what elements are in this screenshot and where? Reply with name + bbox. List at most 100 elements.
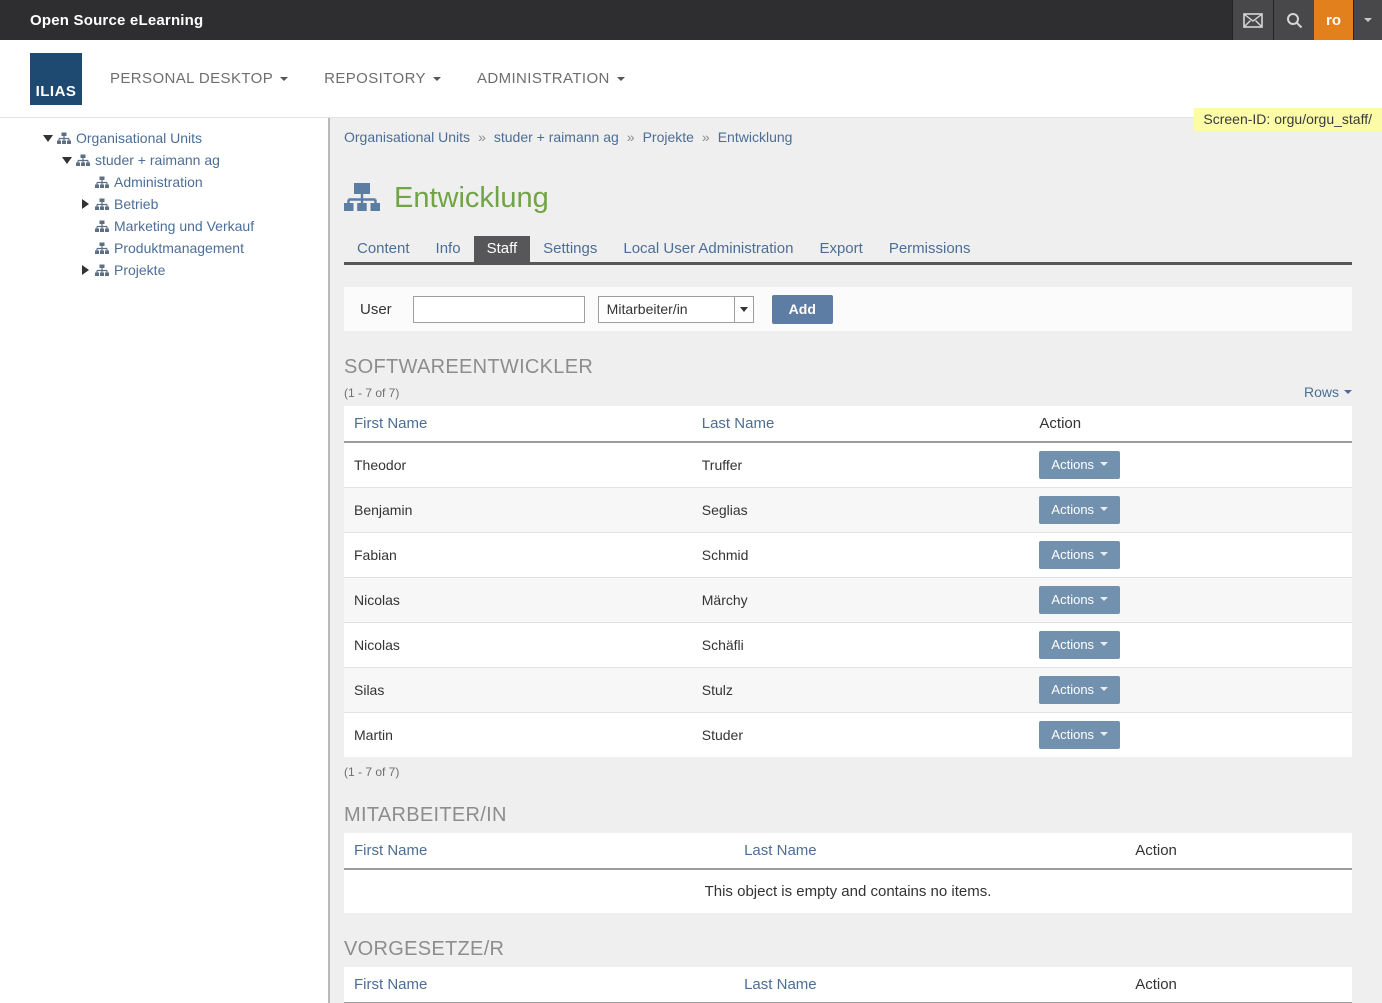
breadcrumb-link[interactable]: Projekte — [643, 129, 694, 145]
tab-permissions[interactable]: Permissions — [876, 236, 984, 262]
column-header-last-name[interactable]: Last Name — [734, 833, 1125, 869]
actions-button[interactable]: Actions — [1039, 676, 1120, 704]
cell-last-name: Studer — [692, 712, 1030, 757]
sidebar-item-projekte[interactable]: Projekte — [0, 259, 328, 281]
actions-button[interactable]: Actions — [1039, 496, 1120, 524]
chevron-down-icon — [1364, 18, 1372, 22]
org-unit-icon-wrap — [95, 264, 114, 277]
breadcrumb-separator: » — [702, 129, 710, 145]
cell-last-name: Truffer — [692, 442, 1030, 487]
breadcrumb-link[interactable]: studer + raimann ag — [494, 129, 619, 145]
breadcrumb-separator: » — [627, 129, 635, 145]
page-title: Entwicklung — [394, 182, 549, 215]
tree-expander[interactable] — [76, 199, 95, 209]
tab-info[interactable]: Info — [423, 236, 474, 262]
breadcrumb-link[interactable]: Organisational Units — [344, 129, 470, 145]
menu-label: ADMINISTRATION — [477, 70, 610, 87]
sidebar-item-marketing-und-verkauf[interactable]: Marketing und Verkauf — [0, 215, 328, 237]
menu-item-personal-desktop[interactable]: PERSONAL DESKTOP — [110, 70, 288, 87]
actions-label: Actions — [1051, 727, 1094, 742]
actions-button[interactable]: Actions — [1039, 721, 1120, 749]
search-icon — [1286, 12, 1303, 29]
tree-item-label: studer + raimann ag — [95, 152, 220, 168]
user-avatar[interactable]: ro — [1314, 0, 1353, 40]
tree-expander[interactable] — [76, 265, 95, 275]
tree-item-label: Produktmanagement — [114, 240, 244, 256]
chevron-down-icon — [1100, 642, 1108, 646]
main-menu: PERSONAL DESKTOP REPOSITORY ADMINISTRATION — [110, 70, 625, 87]
search-button[interactable] — [1273, 0, 1314, 40]
select-arrow[interactable] — [734, 297, 753, 322]
add-button[interactable]: Add — [772, 295, 833, 324]
result-range-bottom: (1 - 7 of 7) — [344, 765, 1352, 779]
tab-content[interactable]: Content — [344, 236, 423, 262]
column-header-last-name[interactable]: Last Name — [734, 967, 1125, 1003]
breadcrumb-link[interactable]: Entwicklung — [718, 129, 793, 145]
column-header-first-name[interactable]: First Name — [344, 406, 692, 442]
actions-button[interactable]: Actions — [1039, 541, 1120, 569]
actions-button[interactable]: Actions — [1039, 631, 1120, 659]
tab-export[interactable]: Export — [806, 236, 875, 262]
mail-icon — [1243, 13, 1263, 28]
org-unit-icon — [95, 242, 109, 255]
cell-first-name: Benjamin — [344, 487, 692, 532]
app-title: Open Source eLearning — [0, 12, 203, 29]
column-header-first-name[interactable]: First Name — [344, 833, 734, 869]
actions-label: Actions — [1051, 637, 1094, 652]
menu-item-administration[interactable]: ADMINISTRATION — [477, 70, 625, 87]
table-row: FabianSchmidActions — [344, 532, 1352, 577]
chevron-down-icon — [433, 77, 441, 81]
result-range: (1 - 7 of 7) — [344, 386, 399, 400]
tree-item-label: Marketing und Verkauf — [114, 218, 254, 234]
cell-action: Actions — [1029, 622, 1352, 667]
org-unit-icon-wrap — [95, 242, 114, 255]
role-select[interactable]: Mitarbeiter/in — [598, 296, 754, 323]
tab-staff[interactable]: Staff — [474, 236, 531, 262]
sidebar-item-betrieb[interactable]: Betrieb — [0, 193, 328, 215]
cell-action: Actions — [1029, 577, 1352, 622]
cell-first-name: Theodor — [344, 442, 692, 487]
triangle-right-icon — [82, 199, 89, 209]
tree-expander[interactable] — [57, 157, 76, 164]
user-menu-button[interactable] — [1353, 0, 1382, 40]
tree-expander[interactable] — [38, 135, 57, 142]
tree-item-label: Administration — [114, 174, 203, 190]
actions-button[interactable]: Actions — [1039, 451, 1120, 479]
main-header: ILIAS PERSONAL DESKTOP REPOSITORY ADMINIST… — [0, 40, 1382, 118]
cell-first-name: Silas — [344, 667, 692, 712]
column-header-last-name[interactable]: Last Name — [692, 406, 1030, 442]
page-title-block: Entwicklung — [344, 182, 1352, 215]
org-unit-title-icon — [344, 183, 380, 214]
chevron-down-icon — [1100, 687, 1108, 691]
menu-item-repository[interactable]: REPOSITORY — [324, 70, 441, 87]
tab-local-user-administration[interactable]: Local User Administration — [610, 236, 806, 262]
main-area: Organisational Units studer + raimann ag… — [0, 118, 1382, 1003]
menu-label: PERSONAL DESKTOP — [110, 70, 273, 87]
rows-dropdown[interactable]: Rows — [1304, 384, 1352, 400]
sidebar-item-administration[interactable]: Administration — [0, 171, 328, 193]
cell-last-name: Schmid — [692, 532, 1030, 577]
sidebar-item-organisational-units[interactable]: Organisational Units — [0, 127, 328, 149]
tab-settings[interactable]: Settings — [530, 236, 610, 262]
org-unit-icon — [76, 154, 90, 167]
tree-item-label: Betrieb — [114, 196, 158, 212]
ilias-logo[interactable]: ILIAS — [30, 53, 82, 105]
column-header-action: Action — [1125, 833, 1352, 869]
mail-button[interactable] — [1232, 0, 1273, 40]
sidebar-item-produktmanagement[interactable]: Produktmanagement — [0, 237, 328, 259]
actions-button[interactable]: Actions — [1039, 586, 1120, 614]
org-unit-icon-wrap — [95, 198, 114, 211]
actions-label: Actions — [1051, 457, 1094, 472]
column-header-first-name[interactable]: First Name — [344, 967, 734, 1003]
chevron-down-icon — [1100, 732, 1108, 736]
cell-first-name: Martin — [344, 712, 692, 757]
triangle-down-icon — [62, 157, 72, 164]
column-header-action: Action — [1029, 406, 1352, 442]
actions-label: Actions — [1051, 502, 1094, 517]
org-unit-icon — [95, 198, 109, 211]
table-row: MartinStuder Actions — [344, 712, 1352, 757]
user-search-input[interactable] — [413, 296, 585, 323]
section-title: MITARBEITER/IN — [344, 804, 1352, 827]
tree-item-label: Organisational Units — [76, 130, 202, 146]
sidebar-item-studer-raimann-ag[interactable]: studer + raimann ag — [0, 149, 328, 171]
